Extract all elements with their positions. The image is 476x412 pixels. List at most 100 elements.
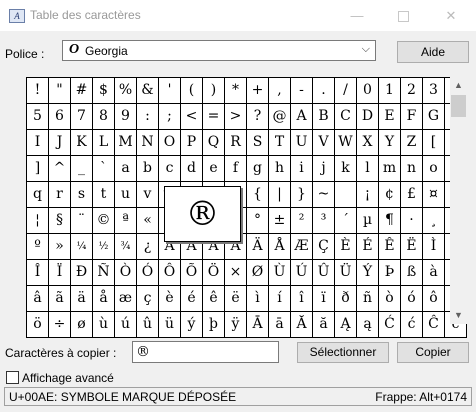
character-cell[interactable]: % [115, 78, 137, 104]
character-cell[interactable]: ² [291, 208, 313, 234]
character-cell[interactable]: º [27, 234, 49, 260]
character-cell[interactable]: â [27, 286, 49, 312]
character-cell[interactable]: W [335, 130, 357, 156]
character-cell[interactable]: É [357, 234, 379, 260]
character-cell[interactable]: Ë [401, 234, 423, 260]
character-cell[interactable]: Î [27, 260, 49, 286]
character-cell[interactable]: ć [401, 312, 423, 338]
character-cell[interactable]: Ò [115, 260, 137, 286]
character-cell[interactable]: Ý [357, 260, 379, 286]
character-cell[interactable]: 1 [379, 78, 401, 104]
character-cell[interactable]: G [423, 104, 445, 130]
help-button[interactable]: Aide [397, 41, 469, 63]
character-cell[interactable]: c [159, 156, 181, 182]
character-cell[interactable]: h [269, 156, 291, 182]
character-cell[interactable]: / [335, 78, 357, 104]
character-cell[interactable]: ú [115, 312, 137, 338]
character-cell[interactable]: Ì [423, 234, 445, 260]
character-cell[interactable]: µ [357, 208, 379, 234]
character-cell[interactable]: ¾ [115, 234, 137, 260]
character-cell[interactable]: g [247, 156, 269, 182]
character-cell[interactable]: _ [71, 156, 93, 182]
character-cell[interactable]: I [27, 130, 49, 156]
character-cell[interactable]: Õ [181, 260, 203, 286]
character-cell[interactable]: ý [181, 312, 203, 338]
character-cell[interactable]: ¸ [423, 208, 445, 234]
character-cell[interactable]: ! [27, 78, 49, 104]
character-cell[interactable]: Ù [269, 260, 291, 286]
character-cell[interactable]: î [291, 286, 313, 312]
characters-to-copy-input[interactable]: ® [132, 341, 279, 363]
character-cell[interactable]: l [357, 156, 379, 182]
character-cell[interactable]: Y [379, 130, 401, 156]
character-cell[interactable]: ö [27, 312, 49, 338]
character-cell[interactable]: | [269, 182, 291, 208]
character-cell[interactable]: ß [401, 260, 423, 286]
character-cell[interactable]: é [181, 286, 203, 312]
character-cell[interactable]: § [49, 208, 71, 234]
character-cell[interactable]: = [203, 104, 225, 130]
close-button[interactable]: ✕ [428, 0, 474, 31]
character-cell[interactable]: ¨ [71, 208, 93, 234]
character-cell[interactable]: V [313, 130, 335, 156]
character-cell[interactable]: ą [357, 312, 379, 338]
character-cell[interactable]: ä [71, 286, 93, 312]
character-cell[interactable]: L [93, 130, 115, 156]
character-cell[interactable]: v [137, 182, 159, 208]
character-cell[interactable]: ³ [313, 208, 335, 234]
select-button[interactable]: Sélectionner [297, 342, 389, 363]
character-cell[interactable]: 2 [401, 78, 423, 104]
character-cell[interactable]: j [313, 156, 335, 182]
character-cell[interactable]: O [159, 130, 181, 156]
character-cell[interactable]: ~ [313, 182, 335, 208]
character-cell[interactable]: Ð [71, 260, 93, 286]
character-cell[interactable]: ñ [357, 286, 379, 312]
character-cell[interactable]: ' [159, 78, 181, 104]
character-cell[interactable]: Ā [247, 312, 269, 338]
character-cell[interactable]: i [291, 156, 313, 182]
character-cell[interactable]: + [247, 78, 269, 104]
character-cell[interactable]: ø [71, 312, 93, 338]
character-cell[interactable]: " [49, 78, 71, 104]
font-dropdown[interactable]: O Georgia ⌵ [62, 40, 376, 61]
character-cell[interactable]: ( [181, 78, 203, 104]
character-cell[interactable]: à [423, 260, 445, 286]
character-cell[interactable]: ô [423, 286, 445, 312]
character-cell[interactable]: Ä [247, 234, 269, 260]
scroll-down-icon[interactable]: ▼ [450, 307, 467, 324]
character-cell[interactable]: þ [203, 312, 225, 338]
character-cell[interactable]: C [335, 104, 357, 130]
character-cell[interactable]: Ü [335, 260, 357, 286]
character-cell[interactable]: > [225, 104, 247, 130]
scroll-up-icon[interactable]: ▲ [450, 77, 467, 94]
character-cell[interactable]: t [93, 182, 115, 208]
character-cell[interactable]: ª [115, 208, 137, 234]
character-cell[interactable]: 7 [71, 104, 93, 130]
character-cell[interactable]: Ï [49, 260, 71, 286]
character-cell[interactable]: ò [379, 286, 401, 312]
character-cell[interactable]: & [137, 78, 159, 104]
character-cell[interactable]: ì [247, 286, 269, 312]
character-cell[interactable]: 5 [27, 104, 49, 130]
character-cell[interactable]: Ó [137, 260, 159, 286]
character-cell[interactable]: D [357, 104, 379, 130]
character-cell[interactable]: e [203, 156, 225, 182]
character-cell[interactable]: ü [159, 312, 181, 338]
character-cell[interactable]: B [313, 104, 335, 130]
character-cell[interactable]: q [27, 182, 49, 208]
character-cell[interactable]: 0 [357, 78, 379, 104]
character-cell[interactable]: Ç [313, 234, 335, 260]
character-cell[interactable]: ÷ [49, 312, 71, 338]
character-cell[interactable]: R [225, 130, 247, 156]
maximize-button[interactable] [380, 0, 426, 31]
character-cell[interactable]: ) [203, 78, 225, 104]
character-cell[interactable]: · [401, 208, 423, 234]
character-cell[interactable]: b [137, 156, 159, 182]
character-cell[interactable]: F [401, 104, 423, 130]
character-cell[interactable]: E [379, 104, 401, 130]
character-cell[interactable]: ¿ [137, 234, 159, 260]
character-cell[interactable]: ê [203, 286, 225, 312]
character-cell[interactable]: ` [93, 156, 115, 182]
character-cell[interactable]: { [247, 182, 269, 208]
character-cell[interactable]: Ö [203, 260, 225, 286]
